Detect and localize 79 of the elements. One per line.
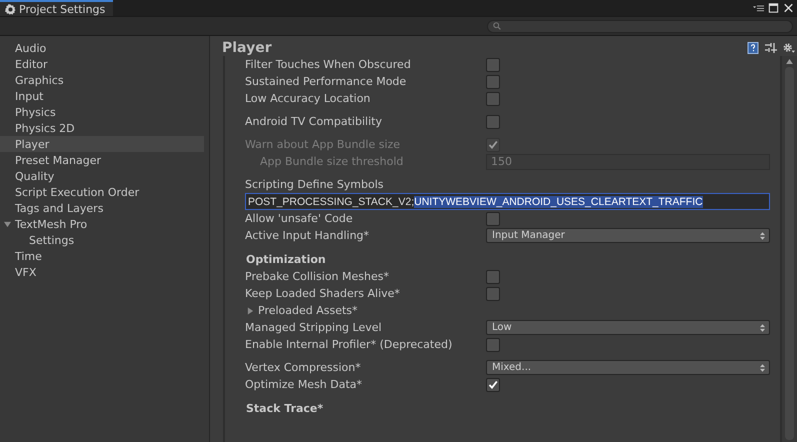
sidebar-label: TextMesh Pro [15, 218, 88, 230]
scrollbar[interactable] [781, 56, 797, 442]
sidebar-item[interactable]: VFX [0, 264, 204, 280]
sidebar-item[interactable]: Audio [0, 40, 204, 56]
setting-label: Allow 'unsafe' Code [245, 212, 354, 225]
setting-label: Scripting Define Symbols [245, 178, 385, 191]
checkbox[interactable] [486, 378, 500, 392]
checkbox[interactable] [486, 338, 500, 352]
search-icon [493, 22, 501, 30]
setting-label: Enable Internal Profiler* (Deprecated) [245, 338, 454, 351]
sidebar-label: Quality [15, 170, 54, 182]
dropdown[interactable]: Low [486, 320, 770, 335]
sidebar-label: Player [15, 138, 50, 150]
spinner-arrows-icon [760, 364, 765, 372]
sidebar-label: Settings [29, 234, 74, 246]
sliders-icon[interactable] [765, 42, 777, 54]
setting-label: Low Accuracy Location [245, 92, 372, 105]
dropdown[interactable]: Mixed... [486, 360, 770, 375]
foldout[interactable]: Preloaded Assets* [245, 304, 358, 317]
sidebar-item[interactable]: Player [0, 136, 204, 152]
setting-label: Optimize Mesh Data* [245, 378, 364, 391]
sidebar-label: Script Execution Order [15, 186, 140, 198]
text-field[interactable]: POST_PROCESSING_STACK_V2;UNITYWEBVIEW_ANDROID_USES_CLEARTEXT_TRAFFIC [245, 193, 770, 210]
checkbox[interactable] [486, 114, 500, 128]
checkbox[interactable] [486, 92, 500, 106]
checkbox[interactable] [486, 286, 500, 300]
setting-label: Warn about App Bundle size [245, 138, 402, 151]
checkbox[interactable] [486, 58, 500, 72]
scroll-up-icon[interactable] [786, 59, 793, 64]
sidebar-label: Physics 2D [15, 122, 75, 134]
section-header: Stack Trace* [245, 400, 324, 416]
sidebar-item[interactable]: Settings [0, 232, 204, 248]
checkbox[interactable] [486, 74, 500, 88]
sidebar-item[interactable]: Time [0, 248, 204, 264]
sidebar-label: Audio [15, 42, 46, 54]
menu-icon[interactable] [753, 3, 764, 13]
sidebar-item[interactable]: Physics 2D [0, 120, 204, 136]
setting-label: Keep Loaded Shaders Alive* [245, 287, 401, 300]
spinner-arrows-icon [760, 232, 765, 240]
sidebar-item[interactable]: TextMesh Pro [0, 216, 204, 232]
sidebar-label: Editor [15, 58, 48, 70]
setting-label: Android TV Compatibility [245, 115, 383, 128]
setting-label: Active Input Handling* [245, 229, 370, 242]
sidebar-item[interactable]: Tags and Layers [0, 200, 204, 216]
help-icon[interactable] [747, 42, 759, 54]
maximize-icon[interactable] [768, 3, 779, 13]
window-tab[interactable]: Project Settings [0, 0, 114, 16]
search-field[interactable] [487, 20, 793, 32]
window-title: Project Settings [19, 2, 106, 16]
checkbox[interactable] [486, 270, 500, 284]
setting-label: Sustained Performance Mode [245, 75, 408, 88]
sidebar-label: Preset Manager [15, 154, 102, 166]
spinner-arrows-icon [760, 324, 765, 332]
sidebar-label: VFX [15, 266, 36, 278]
settings-icon[interactable] [783, 42, 795, 54]
sidebar-label: Graphics [15, 74, 64, 86]
setting-label: Vertex Compression* [245, 361, 362, 374]
sidebar-label: Tags and Layers [15, 202, 104, 214]
panel-title: Player [222, 40, 272, 56]
sidebar-item[interactable]: Script Execution Order [0, 184, 204, 200]
setting-label: Filter Touches When Obscured [245, 58, 412, 71]
dropdown[interactable]: Input Manager [486, 228, 770, 243]
setting-label: App Bundle size threshold [259, 155, 404, 168]
sidebar-item[interactable]: Input [0, 88, 204, 104]
expand-arrow-icon[interactable] [247, 306, 254, 314]
sidebar-item[interactable]: Quality [0, 168, 204, 184]
sidebar-label: Input [15, 90, 44, 102]
sidebar-item[interactable]: Editor [0, 56, 204, 72]
sidebar-label: Physics [15, 106, 56, 118]
sidebar-item[interactable]: Preset Manager [0, 152, 204, 168]
expand-arrow-icon[interactable] [4, 220, 11, 228]
setting-label: Managed Stripping Level [245, 321, 383, 334]
setting-label: Prebake Collision Meshes* [245, 270, 390, 283]
checkbox[interactable] [486, 212, 500, 226]
sidebar-item[interactable]: Physics [0, 104, 204, 120]
section-header: Optimization [245, 252, 327, 268]
close-icon[interactable] [783, 3, 794, 13]
sidebar-label: Time [15, 250, 42, 262]
sidebar-item[interactable]: Graphics [0, 72, 204, 88]
